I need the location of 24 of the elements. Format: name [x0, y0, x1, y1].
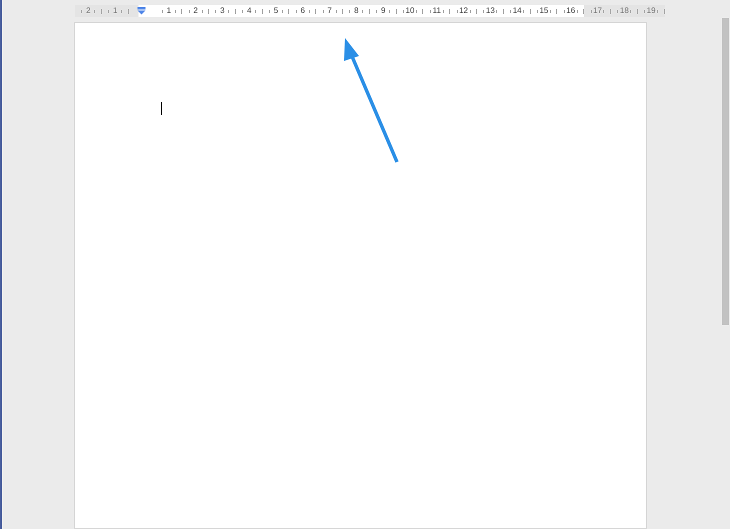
ruler-number: 9: [380, 6, 386, 16]
scrollbar-thumb[interactable]: [722, 18, 729, 325]
ruler-number: 13: [484, 6, 496, 16]
ruler-number: 15: [538, 6, 550, 16]
ruler-number: 5: [272, 6, 280, 16]
ruler-number: 2: [85, 6, 92, 16]
ruler-number: 8: [353, 6, 360, 16]
text-cursor: [161, 102, 162, 115]
ruler-number: 1: [112, 6, 118, 16]
ruler-number: 1: [166, 6, 172, 16]
ruler-number: 2: [192, 6, 199, 16]
ruler-number: 18: [618, 6, 630, 16]
ruler-number: 3: [219, 6, 226, 16]
ruler-number: 17: [592, 6, 603, 16]
indent-marker-icon[interactable]: [137, 7, 146, 15]
ruler-number: 16: [565, 6, 576, 16]
ruler-number: 19: [646, 6, 657, 16]
ruler-number: 14: [512, 6, 523, 16]
ruler-number: 7: [326, 6, 333, 16]
ruler-number: 12: [458, 6, 469, 16]
ruler-number: 6: [300, 6, 306, 16]
ruler-number: 10: [404, 6, 416, 16]
ruler-number: 4: [246, 6, 252, 16]
ruler-number: 11: [432, 6, 442, 16]
